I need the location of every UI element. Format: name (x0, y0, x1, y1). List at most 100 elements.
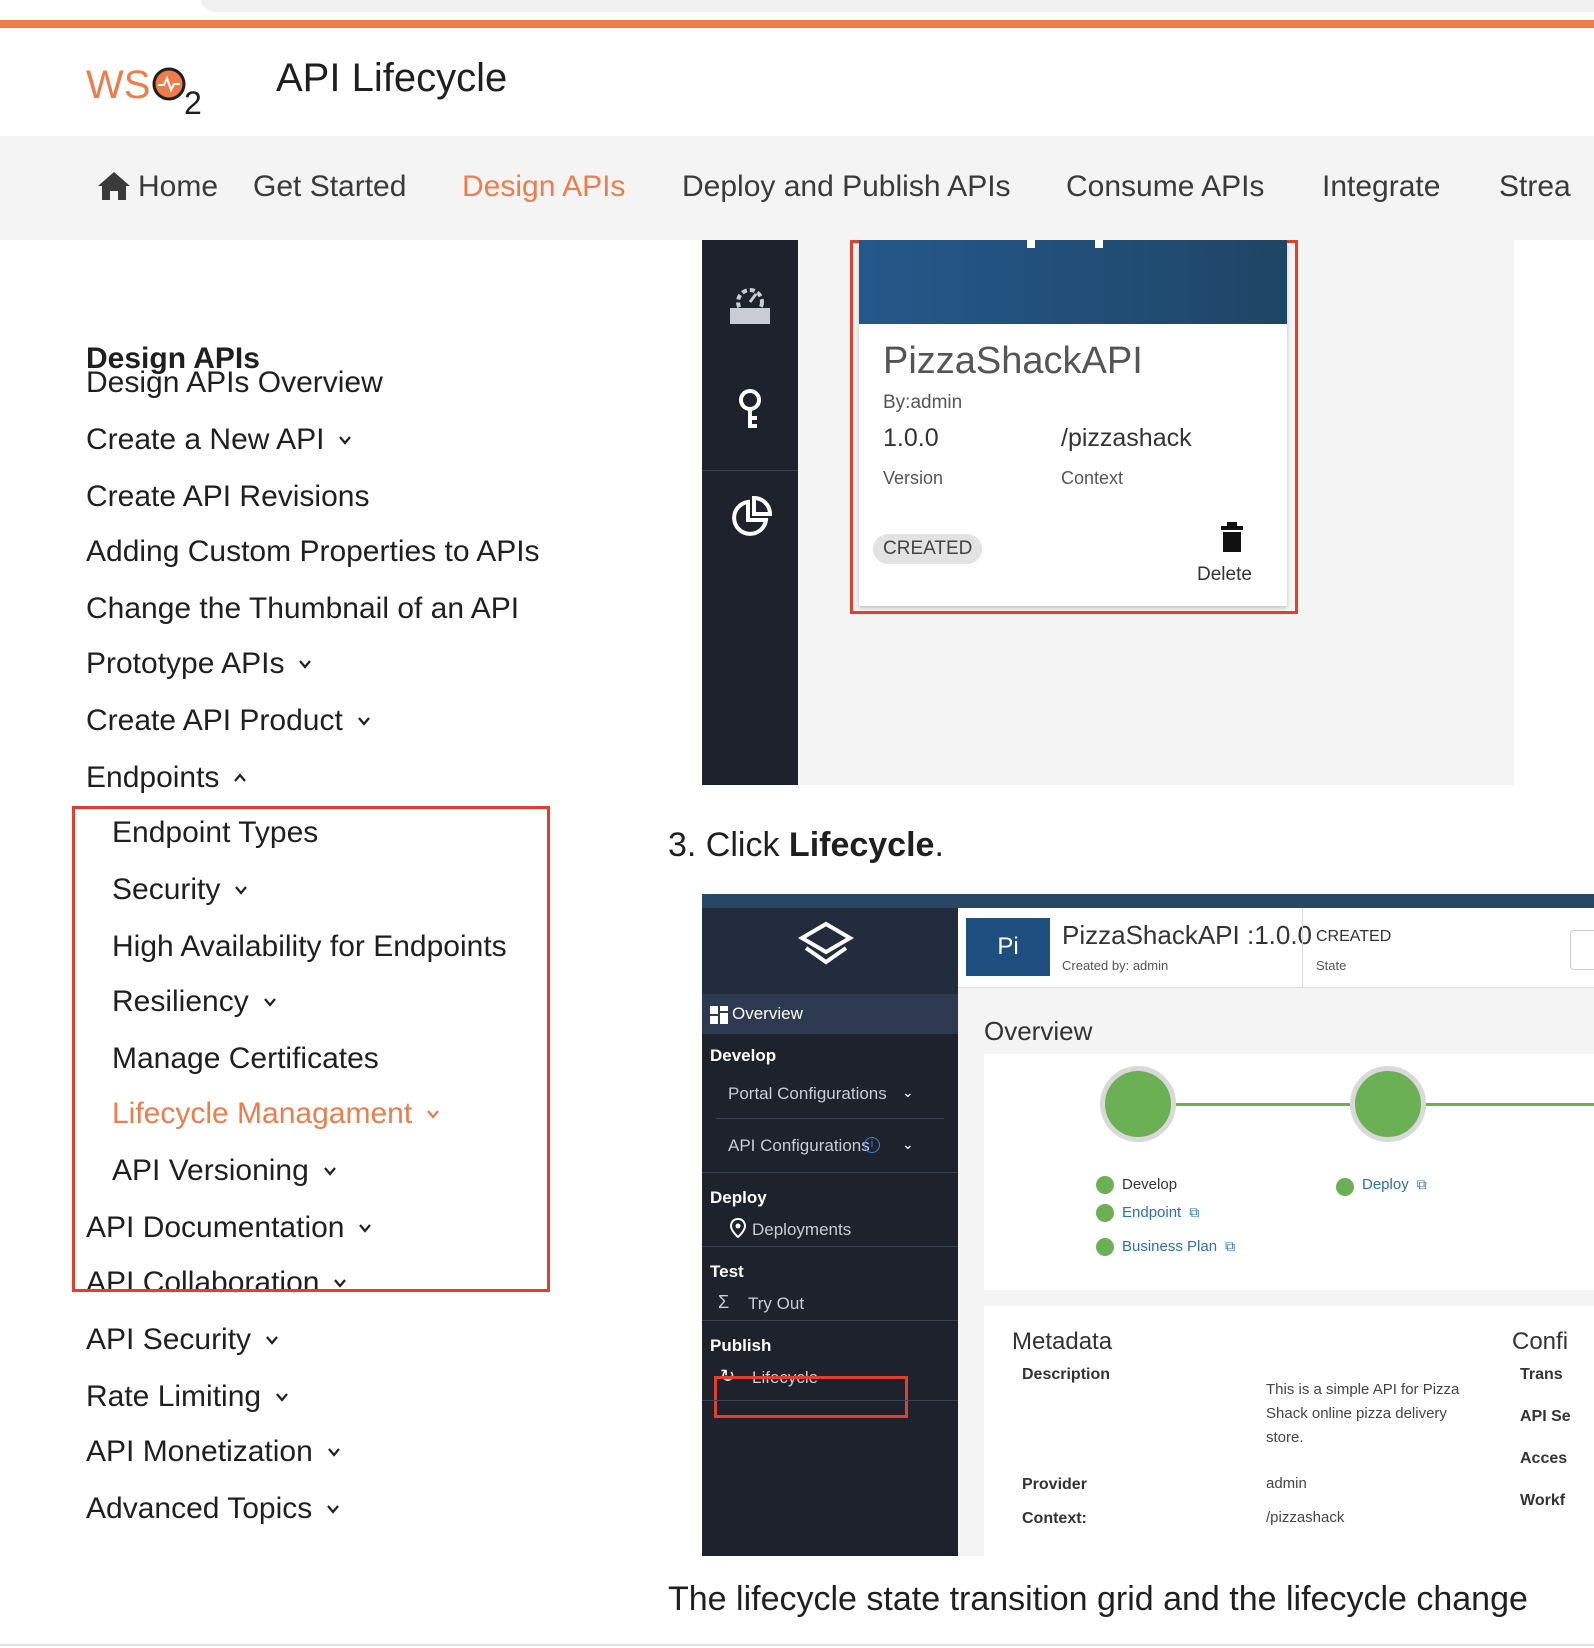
header-divider (1302, 908, 1303, 988)
description-value: This is a simple API for Pizza Shack onl… (1266, 1381, 1460, 1446)
overview-title: Overview (984, 1016, 1093, 1046)
chevron-down-icon[interactable] (326, 1502, 340, 1516)
endpoints-highlight-box (72, 806, 550, 1292)
deploy-link[interactable]: Deploy ⧉ (1362, 1176, 1427, 1193)
provider-label: Provider (1022, 1476, 1087, 1493)
sidebar-item-label: Adding Custom Properties to APIs (86, 535, 540, 568)
home-icon[interactable] (96, 170, 132, 202)
nav-get-started[interactable]: Get Started (253, 170, 406, 204)
check-icon (1336, 1178, 1354, 1196)
chevron-down-icon: ⌄ (902, 1084, 914, 1100)
chevron-down-icon: ⌄ (902, 1136, 914, 1152)
step-prefix: 3. Click (668, 826, 789, 864)
footer-divider (0, 1644, 1594, 1646)
deploy-link-label: Deploy (1362, 1176, 1409, 1193)
portal-configurations-item[interactable]: Portal Configurations (728, 1084, 887, 1104)
rail-divider (702, 470, 798, 471)
description-label: Description (1022, 1366, 1111, 1383)
sidebar-item-create-a-new-api[interactable]: Create a New API (86, 423, 352, 457)
link-icon: ⧉ (1416, 1176, 1427, 1192)
lifecycle-highlight-box (714, 1376, 908, 1418)
chevron-up-icon[interactable] (233, 771, 247, 785)
chevron-down-icon[interactable] (275, 1390, 289, 1404)
key-icon (739, 389, 761, 428)
address-bar[interactable] (200, 0, 1594, 12)
sidebar-item-label: Change the Thumbnail of an API (86, 592, 520, 625)
sidebar-item-endpoints[interactable]: Endpoints (86, 761, 247, 795)
sidebar-item-design-apis-overview[interactable]: Design APIs Overview (86, 366, 383, 400)
sidebar-divider (702, 1320, 958, 1321)
nav-consume-apis[interactable]: Consume APIs (1066, 170, 1264, 204)
sidebar-item-create-api-revisions[interactable]: Create API Revisions (86, 480, 369, 514)
step-3-instruction: 3. Click Lifecycle. (668, 826, 944, 865)
api-avatar: Pi (966, 918, 1050, 976)
dashboard-icon (710, 1006, 728, 1024)
nav-design-apis[interactable]: Design APIs (462, 170, 625, 204)
sidebar-item-label: Create API Revisions (86, 480, 370, 513)
api-card-thumbnail (859, 240, 1287, 324)
svg-text:2: 2 (184, 85, 202, 118)
sidebar-item-label: API Monetization (86, 1435, 313, 1468)
step-keyword: Lifecycle (788, 826, 935, 864)
sidebar-item-prototype-apis[interactable]: Prototype APIs (86, 647, 312, 681)
sidebar-item-rate-limiting[interactable]: Rate Limiting (86, 1380, 289, 1414)
nav-deploy-publish[interactable]: Deploy and Publish APIs (682, 170, 1011, 204)
api-card-owner: By:admin (883, 392, 963, 413)
sidebar-item-label: Prototype APIs (86, 647, 285, 680)
try-out-item[interactable]: Try Out (748, 1294, 804, 1314)
nav-home[interactable]: Home (138, 170, 218, 204)
sidebar-item-label: Design APIs Overview (86, 366, 383, 399)
transports-label: Trans (1520, 1366, 1563, 1383)
api-created-by: Created by: admin (1062, 958, 1169, 973)
overview-nav-item[interactable]: Overview (702, 994, 958, 1034)
screenshot-api-card: PizzaShackAPI By:admin 1.0.0 /pizzashack… (702, 240, 1514, 785)
site-title: API Lifecycle (276, 56, 508, 100)
develop-step-node (1100, 1066, 1176, 1142)
sidebar-item-change-the-thumbnail-of-an-api[interactable]: Change the Thumbnail of an API (86, 592, 519, 626)
api-card[interactable]: PizzaShackAPI By:admin 1.0.0 /pizzashack… (859, 240, 1287, 606)
body-text: The lifecycle state transition grid and … (668, 1580, 1528, 1618)
chevron-down-icon[interactable] (265, 1333, 279, 1347)
gear-dashboard-icon (730, 288, 770, 324)
sidebar-item-api-security[interactable]: API Security (86, 1323, 279, 1357)
thumbnail-mark (1027, 240, 1035, 248)
check-icon (1096, 1204, 1114, 1222)
metadata-panel: Metadata Description This is a simple AP… (984, 1306, 1594, 1556)
sidebar-divider (716, 1118, 944, 1119)
endpoint-link[interactable]: Endpoint ⧉ (1122, 1204, 1199, 1221)
status-badge: CREATED (873, 534, 983, 564)
chevron-down-icon[interactable] (327, 1445, 341, 1459)
deployments-item[interactable]: Deployments (752, 1220, 851, 1240)
link-icon: ⧉ (1225, 1238, 1236, 1254)
nav-streaming[interactable]: Strea (1499, 170, 1571, 204)
pie-chart-icon (732, 495, 773, 536)
chevron-down-icon[interactable] (357, 714, 371, 728)
wso2-logo[interactable]: WS 2 (86, 58, 216, 118)
screenshot-publisher-overview: Overview Develop Portal Configurations ⌄… (702, 894, 1594, 1556)
chevron-down-icon[interactable] (298, 657, 312, 671)
sidebar-item-advanced-topics[interactable]: Advanced Topics (86, 1492, 340, 1526)
header-action-button[interactable] (1570, 930, 1594, 970)
overview-panel: Develop Endpoint ⧉ Business Plan ⧉ Deploy ⧉ (984, 1054, 1594, 1290)
develop-check-label: Develop (1122, 1176, 1178, 1193)
check-icon (1096, 1238, 1114, 1256)
deploy-heading: Deploy (710, 1188, 767, 1207)
api-security-label: API Se (1520, 1408, 1571, 1425)
test-heading: Test (710, 1262, 744, 1281)
site-header: WS 2 API Lifecycle (0, 28, 1594, 136)
link-icon: ⧉ (1189, 1204, 1200, 1220)
sidebar-item-adding-custom-properties-to-apis[interactable]: Adding Custom Properties to APIs (86, 535, 540, 569)
business-plan-link[interactable]: Business Plan ⧉ (1122, 1238, 1235, 1255)
api-configurations-item[interactable]: API Configurations (728, 1136, 870, 1156)
nav-integrate[interactable]: Integrate (1322, 170, 1440, 204)
api-card-name: PizzaShackAPI (883, 340, 1143, 382)
step-suffix: . (934, 826, 944, 864)
api-card-version: 1.0.0 (883, 424, 939, 452)
sidebar-item-api-monetization[interactable]: API Monetization (86, 1435, 341, 1469)
delete-button[interactable]: Delete (1197, 564, 1252, 586)
trash-icon[interactable] (1221, 522, 1243, 552)
sidebar-divider (702, 1246, 958, 1247)
sidebar-item-create-api-product[interactable]: Create API Product (86, 704, 371, 738)
chevron-down-icon[interactable] (338, 433, 352, 447)
progress-connector (1412, 1103, 1594, 1106)
